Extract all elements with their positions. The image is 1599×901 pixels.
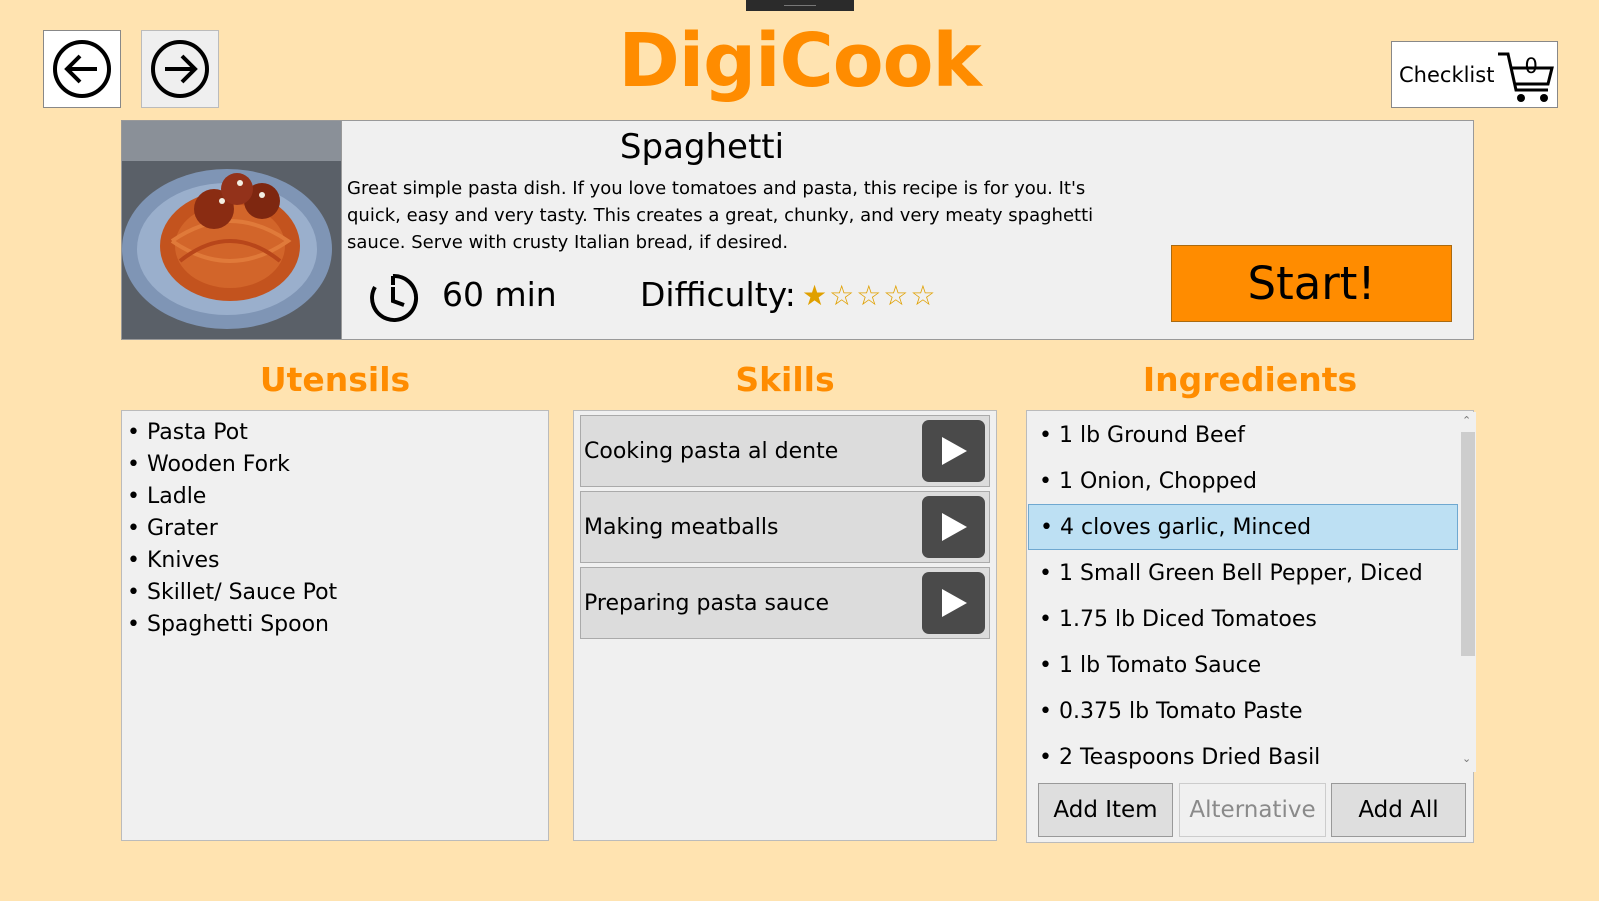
- ingredients-heading: Ingredients: [1142, 360, 1358, 399]
- utensil-item: Knives: [127, 545, 548, 577]
- utensils-heading: Utensils: [259, 360, 411, 399]
- checklist-count: 0: [1524, 53, 1538, 78]
- utensil-item: Wooden Fork: [127, 449, 548, 481]
- clock-icon: [370, 273, 419, 322]
- app-title: DigiCook: [618, 18, 981, 104]
- add-item-button[interactable]: Add Item: [1038, 783, 1173, 837]
- checklist-button[interactable]: Checklist 0: [1391, 41, 1558, 108]
- utensils-panel: Pasta Pot Wooden Fork Ladle Grater Knive…: [121, 410, 549, 841]
- recipe-name: Spaghetti: [619, 127, 785, 167]
- ingredient-item[interactable]: 0.375 lb Tomato Paste: [1028, 688, 1458, 734]
- utensil-item: Skillet/ Sauce Pot: [127, 577, 548, 609]
- skills-heading: Skills: [735, 360, 835, 399]
- utensil-item: Spaghetti Spoon: [127, 609, 548, 641]
- alternative-button[interactable]: Alternative: [1179, 783, 1326, 837]
- ingredient-item[interactable]: 2 Teaspoons Dried Basil: [1028, 734, 1458, 772]
- scroll-up-icon[interactable]: ⌃: [1462, 414, 1471, 427]
- ingredient-item[interactable]: 1 lb Tomato Sauce: [1028, 642, 1458, 688]
- skill-label: Preparing pasta sauce: [584, 590, 830, 616]
- difficulty-label: Difficulty:: [640, 275, 796, 314]
- recipe-card: Spaghetti Great simple pasta dish. If yo…: [121, 120, 1474, 340]
- skill-item-pasta-sauce[interactable]: Preparing pasta sauce: [580, 567, 990, 639]
- skill-label: Cooking pasta al dente: [584, 438, 839, 464]
- utensil-item: Pasta Pot: [127, 417, 548, 449]
- ingredients-list[interactable]: 1 lb Ground Beef 1 Onion, Chopped 4 clov…: [1028, 412, 1458, 772]
- recipe-photo: [122, 121, 342, 339]
- ingredients-scrollbar[interactable]: ⌃ ⌄: [1458, 412, 1476, 772]
- recipe-description: Great simple pasta dish. If you love tom…: [347, 178, 1094, 253]
- play-button[interactable]: [922, 496, 985, 558]
- scroll-down-icon[interactable]: ⌄: [1462, 752, 1471, 765]
- cook-time: 60 min: [442, 275, 557, 314]
- add-all-button[interactable]: Add All: [1331, 783, 1466, 837]
- checklist-label: Checklist: [1399, 62, 1495, 87]
- play-icon: [941, 437, 967, 465]
- skill-item-meatballs[interactable]: Making meatballs: [580, 491, 990, 563]
- scrollbar-thumb[interactable]: [1461, 432, 1475, 656]
- ingredients-panel: 1 lb Ground Beef 1 Onion, Chopped 4 clov…: [1026, 410, 1476, 843]
- utensils-list: Pasta Pot Wooden Fork Ladle Grater Knive…: [122, 411, 548, 641]
- utensil-item: Ladle: [127, 481, 548, 513]
- ingredient-item[interactable]: 1 Onion, Chopped: [1028, 458, 1458, 504]
- ingredient-item[interactable]: 1 Small Green Bell Pepper, Diced: [1028, 550, 1458, 596]
- ingredient-item-selected[interactable]: 4 cloves garlic, Minced: [1028, 504, 1458, 550]
- ingredient-item[interactable]: 1.75 lb Diced Tomatoes: [1028, 596, 1458, 642]
- ingredient-item[interactable]: 1 lb Ground Beef: [1028, 412, 1458, 458]
- start-button[interactable]: Start!: [1171, 245, 1452, 322]
- difficulty-stars: ★☆☆☆☆: [802, 279, 938, 312]
- utensil-item: Grater: [127, 513, 548, 545]
- skills-panel: Cooking pasta al dente Making meatballs …: [573, 410, 997, 841]
- play-icon: [941, 589, 967, 617]
- skill-label: Making meatballs: [584, 514, 779, 540]
- play-button[interactable]: [922, 420, 985, 482]
- play-icon: [941, 513, 967, 541]
- window-drag-handle[interactable]: [746, 0, 854, 11]
- play-button[interactable]: [922, 572, 985, 634]
- skill-item-pasta-al-dente[interactable]: Cooking pasta al dente: [580, 415, 990, 487]
